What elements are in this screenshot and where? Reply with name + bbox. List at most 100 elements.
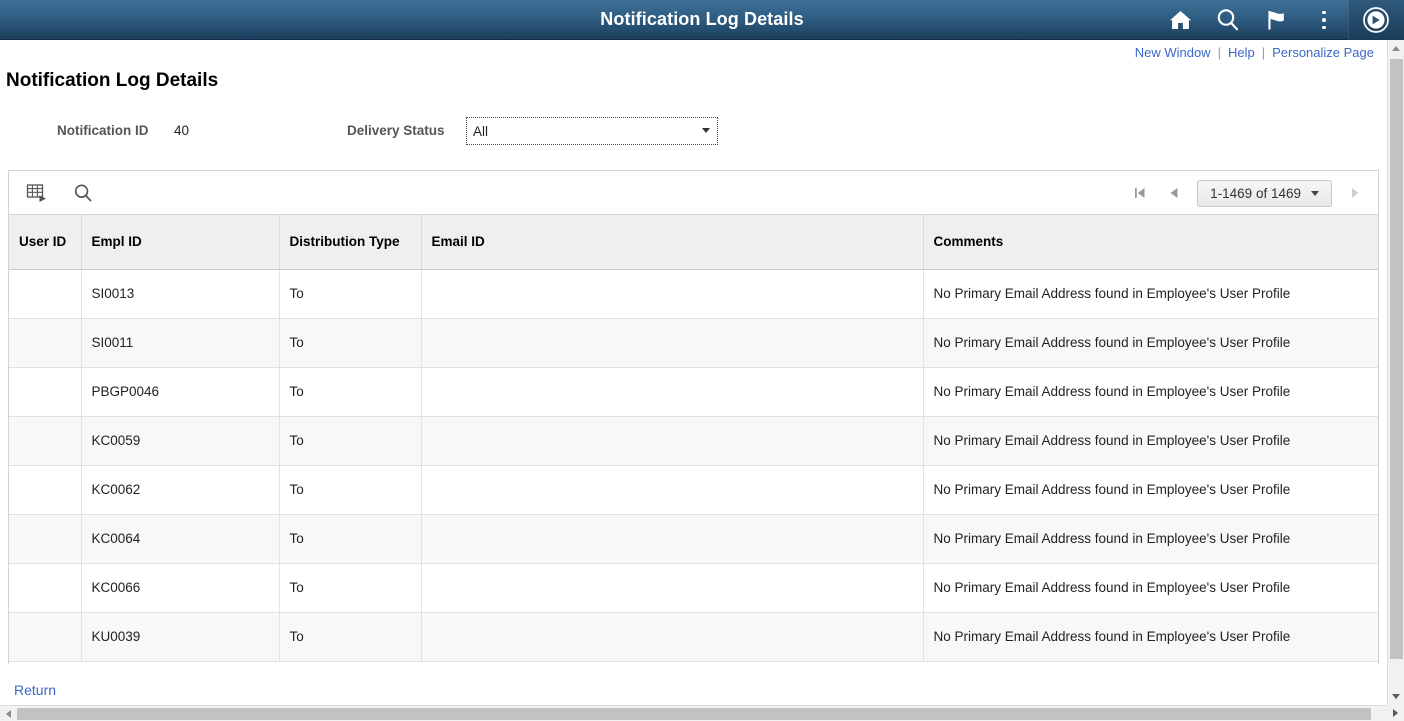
cell-empl-id: KC0062	[81, 465, 280, 515]
cell-distribution-type: To	[279, 465, 422, 515]
vertical-scroll-thumb[interactable]	[1390, 59, 1403, 659]
cell-empl-id: SI0011	[81, 318, 280, 368]
kebab-dot-2	[1322, 18, 1326, 22]
next-page-button[interactable]	[1338, 178, 1372, 208]
cell-user-id	[9, 318, 82, 368]
scrollbar-corner	[1387, 705, 1404, 721]
cell-distribution-type: To	[279, 612, 422, 662]
cell-email-id	[421, 514, 924, 564]
kebab-dot-3	[1322, 25, 1326, 30]
return-link[interactable]: Return	[14, 682, 56, 698]
personalize-page-link[interactable]: Personalize Page	[1272, 45, 1374, 60]
grid-pagination: 1-1469 of 1469	[1123, 171, 1372, 215]
column-header-distribution-type[interactable]: Distribution Type	[279, 215, 422, 270]
chevron-down-icon	[1311, 190, 1319, 196]
cell-email-id	[421, 269, 924, 319]
cell-user-id	[9, 563, 82, 613]
horizontal-scroll-thumb[interactable]	[17, 708, 1371, 720]
delivery-status-select[interactable]: All	[466, 117, 718, 145]
cell-empl-id: KC0066	[81, 563, 280, 613]
download-to-spreadsheet-icon[interactable]	[25, 181, 49, 205]
grid-tool-icon-group	[9, 181, 95, 205]
cell-user-id	[9, 612, 82, 662]
table-row: KC0059 To No Primary Email Address found i…	[9, 416, 1378, 466]
cell-email-id	[421, 465, 924, 515]
notification-id-label: Notification ID	[57, 123, 149, 138]
kebab-dot-1	[1322, 10, 1326, 15]
cell-email-id	[421, 563, 924, 613]
delivery-status-label: Delivery Status	[347, 123, 445, 138]
cell-email-id	[421, 367, 924, 417]
cell-comments: No Primary Email Address found in Employ…	[923, 367, 1378, 417]
cell-distribution-type: To	[279, 318, 422, 368]
header-icon-group	[1156, 0, 1404, 40]
page-title: Notification Log Details	[6, 70, 219, 91]
first-page-button[interactable]	[1123, 178, 1157, 208]
search-icon[interactable]	[1204, 0, 1252, 40]
cell-empl-id: KU0039	[81, 612, 280, 662]
chevron-right-icon	[1393, 709, 1398, 717]
cell-distribution-type: To	[279, 416, 422, 466]
scroll-down-button[interactable]	[1388, 688, 1404, 705]
cell-comments: No Primary Email Address found in Employ…	[923, 514, 1378, 564]
table-row: SI0011 To No Primary Email Address found i…	[9, 318, 1378, 368]
cell-distribution-type: To	[279, 514, 422, 564]
cell-user-id	[9, 416, 82, 466]
find-search-icon[interactable]	[71, 181, 95, 205]
horizontal-scrollbar[interactable]	[0, 705, 1387, 721]
column-header-empl-id[interactable]: Empl ID	[81, 215, 280, 270]
help-link[interactable]: Help	[1228, 45, 1255, 60]
table-row: KC0062 To No Primary Email Address found i…	[9, 465, 1378, 515]
cell-user-id	[9, 465, 82, 515]
navbar-compass-icon[interactable]	[1348, 0, 1404, 40]
page-range-text: 1-1469 of 1469	[1210, 185, 1301, 201]
table-body: SI0013 To No Primary Email Address found i…	[9, 269, 1378, 662]
filter-form: Notification ID 40 Delivery Status All	[0, 117, 1380, 146]
link-separator-1: |	[1217, 44, 1221, 60]
cell-user-id	[9, 269, 82, 319]
notification-log-grid: 1-1469 of 1469 User ID Empl ID Distribut…	[8, 170, 1379, 664]
new-window-link[interactable]: New Window	[1135, 45, 1211, 60]
cell-distribution-type: To	[279, 367, 422, 417]
cell-comments: No Primary Email Address found in Employ…	[923, 563, 1378, 613]
column-header-email-id[interactable]: Email ID	[421, 215, 924, 270]
flag-icon[interactable]	[1252, 0, 1300, 40]
notification-id-value: 40	[174, 123, 190, 138]
chevron-down-icon	[1392, 694, 1400, 699]
column-header-comments[interactable]: Comments	[923, 215, 1378, 270]
cell-comments: No Primary Email Address found in Employ…	[923, 416, 1378, 466]
page-action-links: New Window | Help | Personalize Page	[1135, 40, 1374, 64]
cell-distribution-type: To	[279, 269, 422, 319]
cell-email-id	[421, 318, 924, 368]
table-row: KC0066 To No Primary Email Address found i…	[9, 563, 1378, 613]
grid-toolbar: 1-1469 of 1469	[9, 171, 1378, 215]
cell-email-id	[421, 612, 924, 662]
chevron-up-icon	[1392, 46, 1400, 51]
cell-distribution-type: To	[279, 563, 422, 613]
notification-log-table: User ID Empl ID Distribution Type Email …	[9, 215, 1378, 662]
table-row: KC0064 To No Primary Email Address found i…	[9, 514, 1378, 564]
previous-page-button[interactable]	[1157, 178, 1191, 208]
table-row: KU0039 To No Primary Email Address found i…	[9, 612, 1378, 662]
home-icon[interactable]	[1156, 0, 1204, 40]
page-root: Notification Log Details New Window | He…	[0, 0, 1404, 721]
scroll-left-button[interactable]	[0, 706, 16, 721]
link-separator-2: |	[1261, 44, 1266, 60]
cell-empl-id: PBGP0046	[81, 367, 280, 417]
kebab-menu-icon[interactable]	[1300, 0, 1348, 40]
cell-empl-id: KC0059	[81, 416, 280, 466]
column-header-user-id[interactable]: User ID	[9, 215, 82, 270]
cell-empl-id: SI0013	[81, 269, 280, 319]
delivery-status-select-wrapper: All	[466, 117, 718, 145]
cell-comments: No Primary Email Address found in Employ…	[923, 465, 1378, 515]
vertical-scrollbar[interactable]	[1387, 40, 1404, 705]
table-head: User ID Empl ID Distribution Type Email …	[9, 215, 1378, 270]
scroll-up-button[interactable]	[1388, 40, 1404, 57]
chevron-left-icon	[5, 709, 11, 718]
cell-user-id	[9, 367, 82, 417]
cell-comments: No Primary Email Address found in Employ…	[923, 612, 1378, 662]
page-range-dropdown[interactable]: 1-1469 of 1469	[1197, 179, 1332, 207]
cell-comments: No Primary Email Address found in Employ…	[923, 269, 1378, 319]
table-header-row: User ID Empl ID Distribution Type Email …	[9, 215, 1378, 270]
cell-comments: No Primary Email Address found in Employ…	[923, 318, 1378, 368]
